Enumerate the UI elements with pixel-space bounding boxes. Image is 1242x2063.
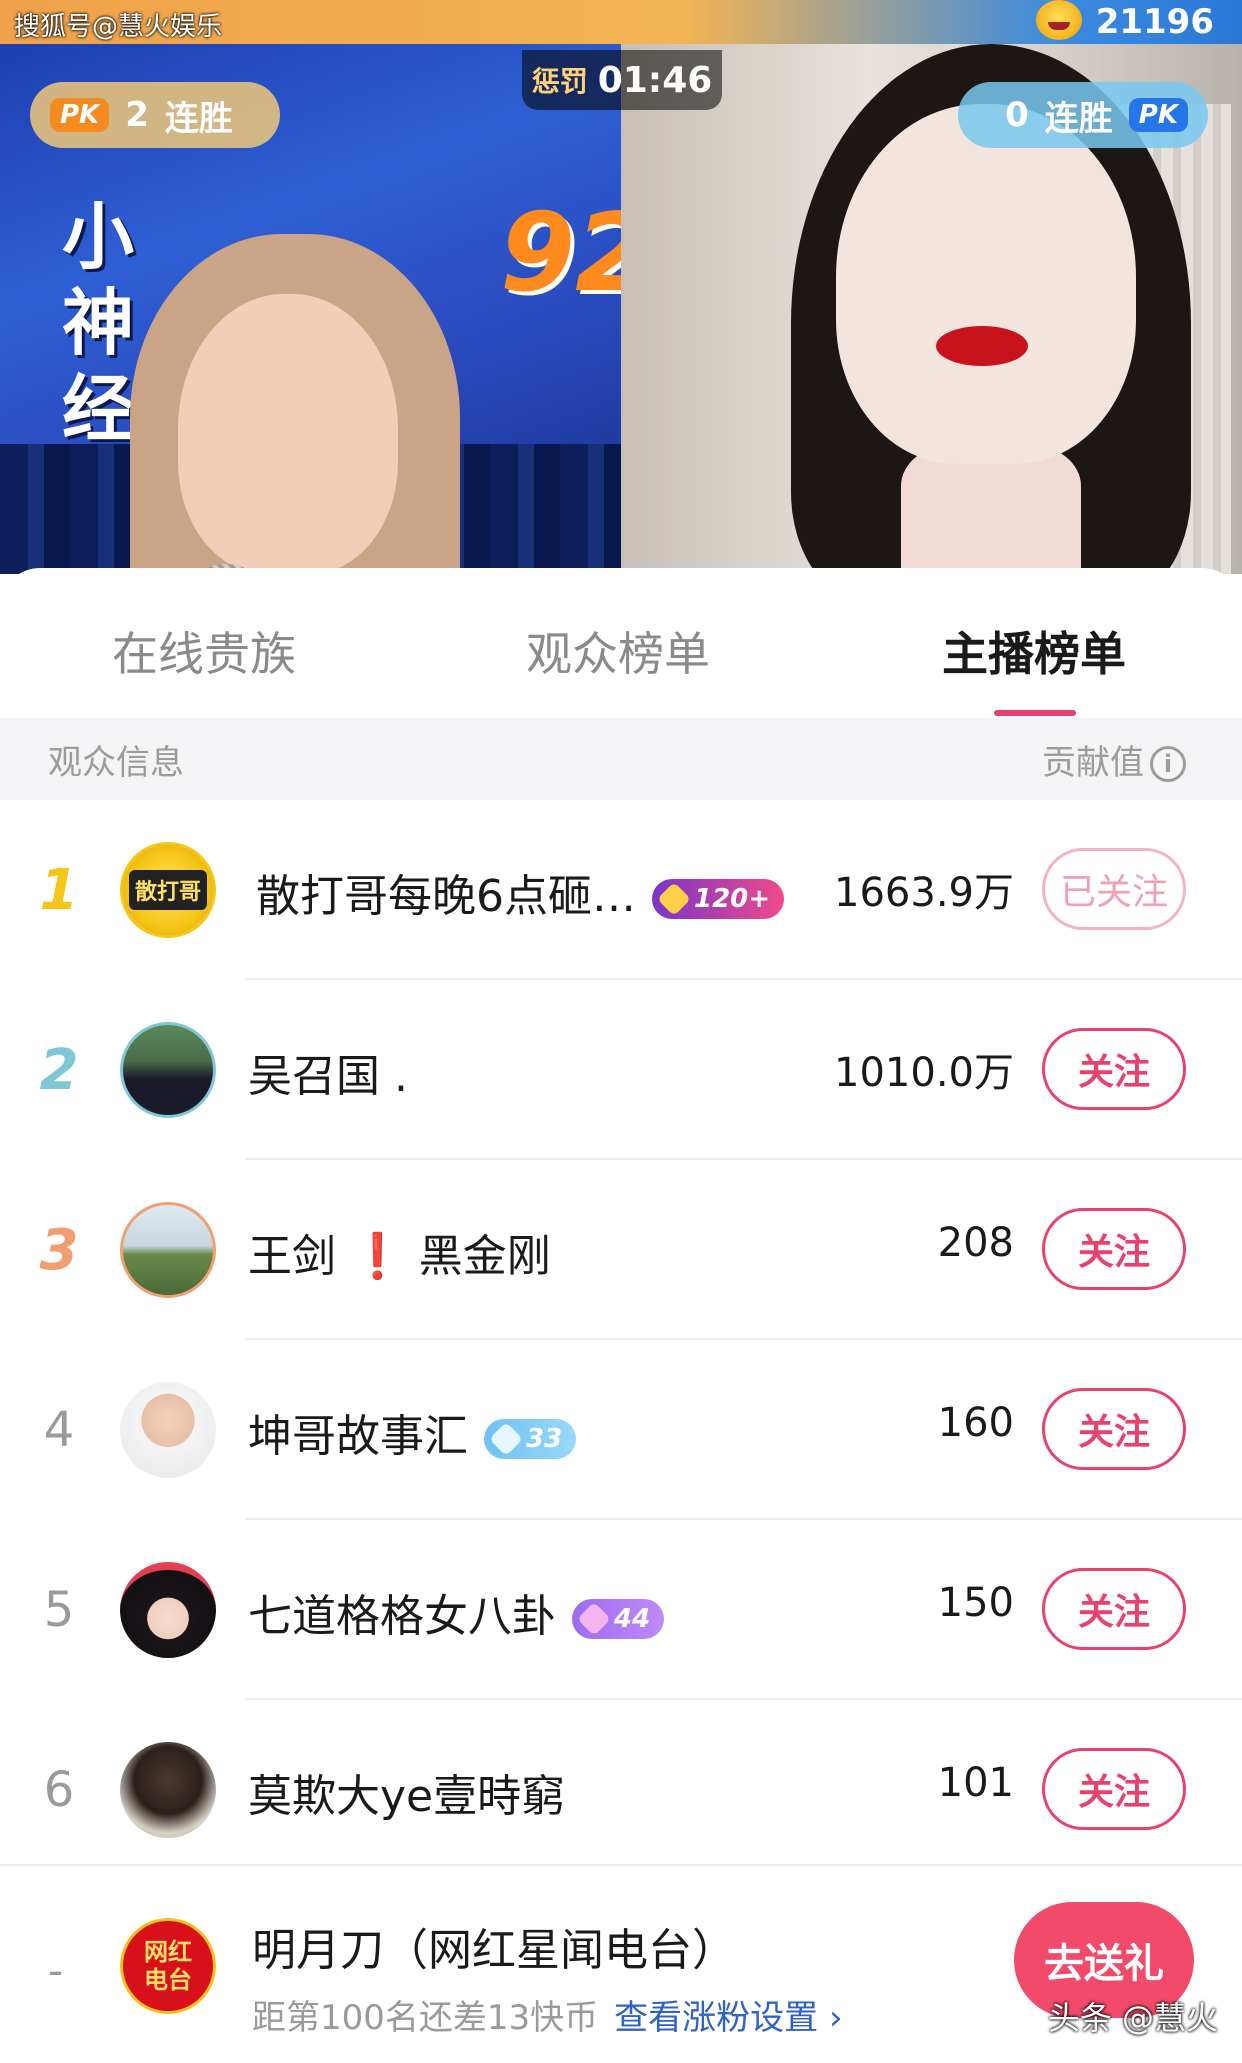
my-avatar-text: 网红电台: [144, 1938, 192, 1994]
avatar[interactable]: [120, 1202, 216, 1298]
fan-growth-settings-link[interactable]: 查看涨粉设置 ›: [614, 1998, 842, 2038]
tab-online-nobles[interactable]: 在线贵族: [112, 618, 296, 684]
user-name: 七道格格女八卦 44: [248, 1580, 665, 1644]
user-name: 吴召国 .: [248, 1051, 408, 1102]
rank-number: 1: [39, 858, 79, 923]
contribution-value: 1663.9万: [834, 870, 1014, 916]
top-score: 21196: [1095, 2, 1214, 42]
follow-button[interactable]: 关注: [1042, 1388, 1186, 1470]
avatar[interactable]: [120, 1382, 216, 1478]
contribution-value: 208: [937, 1220, 1014, 1266]
rank-number: 3: [39, 1218, 79, 1283]
table-row[interactable]: 4 坤哥故事汇 33 160 关注: [0, 1340, 1242, 1520]
following-button[interactable]: 已关注: [1042, 848, 1186, 930]
watermark-top: 搜狐号@慧火娱乐: [14, 12, 223, 42]
table-row[interactable]: 1 散打哥 散打哥每晚6点砸… 120+ 1663.9万 已关注: [0, 800, 1242, 980]
tab-audience-ranking[interactable]: 观众榜单: [526, 618, 710, 684]
avatar[interactable]: 散打哥: [120, 842, 216, 938]
avatar[interactable]: [120, 1742, 216, 1838]
table-row[interactable]: 3 王剑 ❗ 黑金刚 208 关注: [0, 1160, 1242, 1340]
ranking-panel: 在线贵族 观众榜单 主播榜单 观众信息 贡献值 i 1 散打哥 散打哥每晚6点砸……: [0, 568, 1242, 2063]
streamer-right-lips: [936, 326, 1028, 366]
streamer-right-face: [836, 104, 1136, 464]
active-tab-indicator: [994, 710, 1076, 716]
pk-left-count: 2: [125, 95, 149, 135]
list-header: 观众信息 贡献值 i: [0, 718, 1242, 800]
info-icon[interactable]: i: [1150, 746, 1186, 782]
my-avatar[interactable]: 网红电台: [120, 1918, 216, 2014]
gem-icon: [577, 1602, 611, 1636]
streamer-left-face: [178, 294, 398, 574]
rank-number: 5: [43, 1582, 75, 1638]
level-badge: 44: [572, 1599, 665, 1639]
pk-logo-icon: PK: [50, 98, 110, 132]
follow-button[interactable]: 关注: [1042, 1568, 1186, 1650]
user-name: 坤哥故事汇 33: [248, 1400, 577, 1464]
gem-icon: [657, 882, 691, 916]
follow-button[interactable]: 关注: [1042, 1748, 1186, 1830]
avatar[interactable]: [120, 1562, 216, 1658]
emoji-icon: [1036, 0, 1082, 40]
contribution-value: 101: [937, 1760, 1014, 1806]
timer-label: 惩罚: [531, 65, 588, 98]
pk-right-count: 0: [1005, 95, 1029, 135]
pk-streak-left: PK 2 连胜: [30, 82, 280, 148]
table-row[interactable]: 6 莫欺大ye壹時窮 101 关注: [0, 1700, 1242, 1880]
table-row[interactable]: 2 吴召国 . 1010.0万 关注: [0, 980, 1242, 1160]
tab-streamer-ranking[interactable]: 主播榜单: [942, 618, 1126, 684]
exclamation-icon: ❗: [350, 1231, 405, 1282]
watermark-bottom: 头条 @慧火: [1047, 1999, 1218, 2037]
my-rank-hint: 距第100名还差13快币 查看涨粉设置 ›: [252, 1998, 843, 2038]
pk-logo-icon: PK: [1128, 98, 1188, 132]
pk-left-label: 连胜: [164, 98, 233, 139]
contribution-value: 1010.0万: [834, 1050, 1014, 1096]
user-name: 散打哥每晚6点砸… 120+: [256, 860, 785, 924]
contribution-value: 160: [937, 1400, 1014, 1446]
left-digits: 927: [500, 191, 621, 316]
user-name: 王剑 ❗ 黑金刚: [248, 1231, 551, 1282]
rank-number: 2: [39, 1038, 79, 1103]
table-row[interactable]: 5 七道格格女八卦 44 150 关注: [0, 1520, 1242, 1700]
rank-number: 6: [43, 1762, 75, 1818]
header-viewer-info: 观众信息: [48, 742, 184, 783]
avatar-text: 散打哥: [128, 870, 207, 910]
user-name: 莫欺大ye壹時窮: [248, 1771, 566, 1822]
timer-value: 01:46: [597, 59, 713, 101]
my-ranking-row: - 网红电台 明月刀（网红星闻电台） 距第100名还差13快币 查看涨粉设置 › …: [0, 1864, 1242, 2063]
follow-button[interactable]: 关注: [1042, 1028, 1186, 1110]
level-badge: 33: [484, 1419, 577, 1459]
gem-icon: [489, 1422, 523, 1456]
pk-timer: 惩罚 01:46: [522, 50, 722, 110]
pk-right-label: 连胜: [1044, 98, 1113, 139]
level-badge: 120+: [652, 879, 785, 919]
tab-bar: 在线贵族 观众榜单 主播榜单: [0, 568, 1242, 718]
follow-button[interactable]: 关注: [1042, 1208, 1186, 1290]
my-name: 明月刀（网红星闻电台）: [252, 1925, 736, 1976]
avatar[interactable]: [120, 1022, 216, 1118]
my-rank: -: [48, 1946, 64, 1995]
rank-number: 4: [43, 1402, 75, 1458]
contribution-value: 150: [937, 1580, 1014, 1626]
pk-streak-right: 0 连胜 PK: [958, 82, 1208, 148]
header-contribution: 贡献值 i: [1042, 735, 1186, 784]
top-status-bar: 搜狐号@慧火娱乐 21196: [0, 0, 1242, 44]
